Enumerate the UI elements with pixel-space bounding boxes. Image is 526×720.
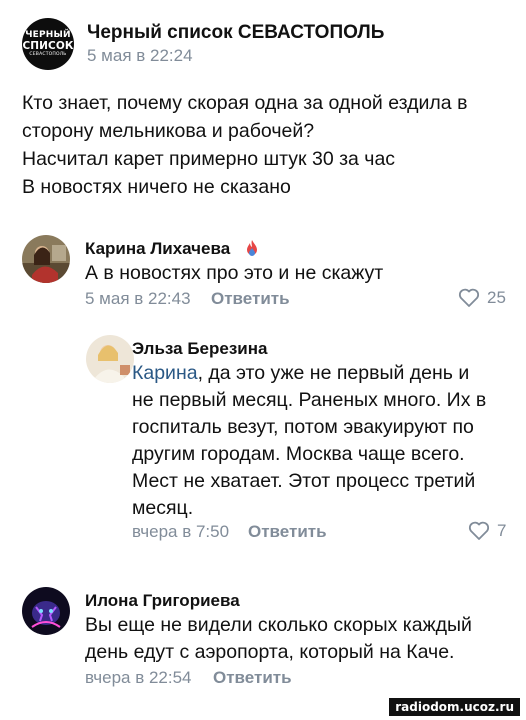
post-header: ЧЕРНЫЙ СПИСОК СЕВАСТОПОЛЬ Черный список … (22, 18, 502, 70)
comment-text-line: не первый месяц. Раненых много. Их в (132, 389, 487, 411)
post-body: Кто знает, почему скорая одна за одной е… (22, 89, 512, 201)
avatar-photo (22, 587, 70, 635)
comment-text-line: Мест не хватает. Этот процесс третий (132, 470, 476, 492)
comment-date[interactable]: 5 мая в 22:43 (85, 289, 191, 309)
post-text-line: Насчитал карет примерно штук 30 за час (22, 148, 396, 170)
watermark: radiodom.ucoz.ru (389, 698, 520, 716)
comment-text: Вы еще не видели сколько скорых каждый д… (85, 612, 472, 666)
heart-icon (468, 521, 490, 540)
comment-text-fragment: , да это уже не первый день и (197, 362, 470, 384)
commenter-avatar[interactable] (86, 335, 134, 383)
heart-icon (458, 288, 480, 307)
community-avatar[interactable]: ЧЕРНЫЙ СПИСОК СЕВАСТОПОЛЬ (22, 18, 74, 70)
comment-text-line: месяц. (132, 497, 194, 519)
avatar-photo (22, 235, 70, 283)
commenter-name[interactable]: Илона Григориева (85, 591, 240, 611)
post-text-line: сторону мельникова и рабочей? (22, 120, 315, 142)
comment-text-line: А в новостях про это и не скажут (85, 262, 384, 284)
comment-text-line: госпиталь везут, потом эвакуируют по (132, 416, 474, 438)
comment-reply: Эльза Березина Карина, да это уже не пер… (86, 335, 516, 545)
like-count: 7 (497, 521, 507, 540)
post-text-line: Кто знает, почему скорая одна за одной е… (22, 92, 468, 114)
commenter-name[interactable]: Карина Лихачева (85, 239, 230, 259)
commenter-avatar[interactable] (22, 587, 70, 635)
avatar-photo (86, 335, 134, 383)
post-text-line: В новостях ничего не сказано (22, 176, 291, 198)
comment-date[interactable]: вчера в 7:50 (132, 522, 229, 542)
comment-text-line: день едут с аэропорта, который на Каче. (85, 641, 455, 663)
like-button[interactable]: 7 (468, 521, 506, 541)
comment-text: А в новостях про это и не скажут (85, 260, 383, 287)
comment-text-line: Вы еще не видели сколько скорых каждый (85, 614, 472, 636)
comment: Илона Григориева Вы еще не видели скольк… (22, 587, 512, 697)
comment: Карина Лихачева А в новостях про это и н… (22, 235, 512, 315)
vk-post-page: ЧЕРНЫЙ СПИСОК СЕВАСТОПОЛЬ Черный список … (0, 0, 526, 720)
avatar-text-line1: ЧЕРНЫЙ (25, 29, 71, 40)
post-author-name[interactable]: Черный список СЕВАСТОПОЛЬ (87, 22, 384, 44)
flame-icon (247, 240, 257, 256)
comment-text: Карина, да это уже не первый день и не п… (132, 360, 486, 522)
comment-text-line: Карина, да это уже не первый день и (132, 360, 486, 387)
avatar-text-line3: СЕВАСТОПОЛЬ (29, 52, 67, 57)
comment-text-line: другим городам. Москва чаще всего. (132, 443, 465, 465)
commenter-name[interactable]: Эльза Березина (132, 339, 267, 359)
post-date[interactable]: 5 мая в 22:24 (87, 46, 193, 66)
reply-button[interactable]: Ответить (248, 522, 327, 542)
commenter-avatar[interactable] (22, 235, 70, 283)
comment-date[interactable]: вчера в 22:54 (85, 668, 192, 688)
mention-link[interactable]: Карина (132, 362, 198, 384)
reply-button[interactable]: Ответить (211, 289, 290, 309)
reply-button[interactable]: Ответить (213, 668, 292, 688)
like-button[interactable]: 25 (458, 288, 506, 308)
like-count: 25 (487, 288, 506, 307)
avatar-text-line2: СПИСОК (22, 39, 74, 52)
